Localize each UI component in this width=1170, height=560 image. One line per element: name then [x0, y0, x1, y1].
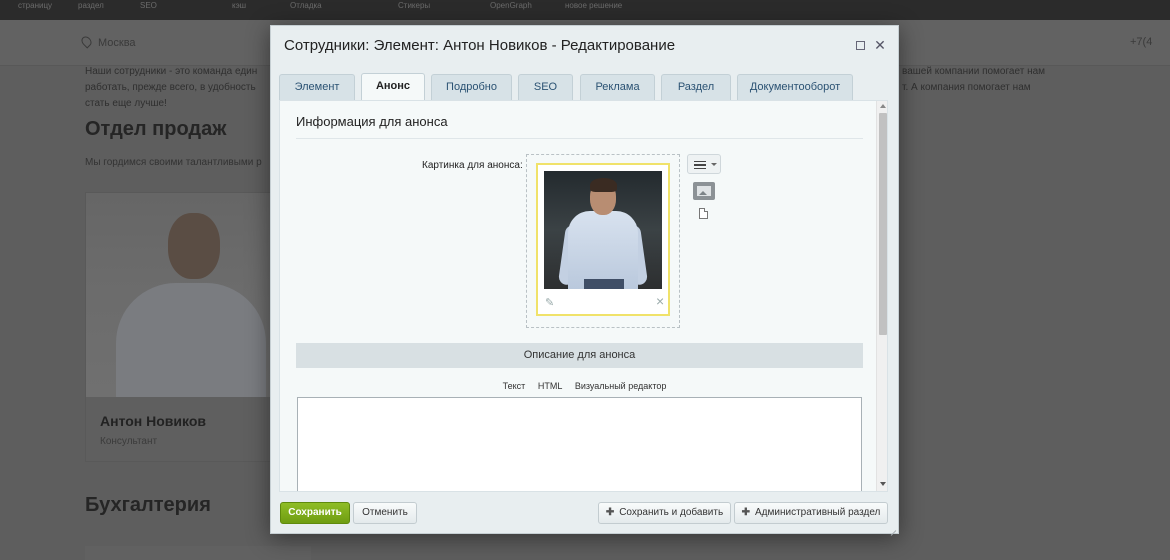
delete-icon[interactable]: ×: [656, 293, 664, 309]
maximize-icon[interactable]: [854, 39, 866, 51]
image-dropzone[interactable]: ✎ ×: [526, 154, 680, 328]
city-label: Москва: [98, 37, 136, 49]
save-button[interactable]: Сохранить: [280, 502, 350, 524]
employee-position: Консультант: [100, 436, 158, 447]
phone-number[interactable]: +7(4: [1130, 36, 1152, 48]
city-selector[interactable]: Москва: [79, 34, 136, 49]
editor-mode-switch: Текст HTML Визуальный редактор: [280, 381, 887, 391]
scroll-down-icon[interactable]: [880, 482, 886, 486]
tab-details[interactable]: Подробно: [431, 74, 512, 100]
admin-section-label: Административный раздел: [755, 507, 881, 518]
employee-card-partial: [85, 546, 311, 560]
tab-advertising[interactable]: Реклама: [580, 74, 655, 100]
admin-bar-item[interactable]: OpenGraph: [490, 1, 532, 10]
cancel-button[interactable]: Отменить: [353, 502, 417, 524]
admin-bar: страницу раздел SEO кэш Отладка Стикеры …: [0, 0, 1170, 20]
description-textarea[interactable]: [297, 397, 862, 491]
edit-element-dialog: Сотрудники: Элемент: Антон Новиков - Ред…: [270, 25, 899, 534]
mode-html[interactable]: HTML: [538, 381, 563, 391]
chevron-down-icon: [711, 163, 717, 166]
close-icon[interactable]: ✕: [874, 38, 886, 52]
employee-photo: [86, 193, 272, 397]
mode-text[interactable]: Текст: [503, 381, 526, 391]
plus-icon: ✚: [741, 507, 750, 518]
sales-text: Мы гордимся своими талантливыми р: [85, 157, 262, 168]
tab-content: Информация для анонса Картинка для анонс…: [279, 100, 888, 492]
admin-bar-item[interactable]: SEO: [140, 1, 157, 10]
admin-bar-item[interactable]: Стикеры: [398, 1, 430, 10]
location-pin-icon: [79, 34, 94, 49]
plus-icon: ✚: [605, 507, 615, 518]
scrollbar[interactable]: [876, 101, 887, 491]
mode-visual-editor[interactable]: Визуальный редактор: [575, 381, 667, 391]
admin-bar-item[interactable]: кэш: [232, 1, 246, 10]
tab-seo[interactable]: SEO: [518, 74, 573, 100]
intro-text-right: вашей компании помогает нам т. А компани…: [902, 66, 1046, 93]
image-preview[interactable]: ✎ ×: [536, 163, 670, 316]
employee-name: Антон Новиков: [100, 413, 206, 429]
admin-bar-item[interactable]: раздел: [78, 1, 104, 10]
tab-document-flow[interactable]: Документооборот: [737, 74, 853, 100]
admin-bar-item[interactable]: новое решение: [565, 1, 622, 10]
scroll-up-icon[interactable]: [880, 104, 886, 108]
sales-heading: Отдел продаж: [85, 118, 227, 140]
picture-label: Картинка для анонса:: [422, 160, 523, 171]
employee-card[interactable]: Антон Новиков Консультант: [85, 192, 273, 462]
resize-handle[interactable]: [888, 523, 897, 532]
save-and-add-button[interactable]: ✚ Сохранить и добавить: [598, 502, 731, 524]
intro-text-left: Наши сотрудники - это команда един работ…: [85, 66, 258, 109]
divider: [296, 138, 863, 139]
scroll-thumb[interactable]: [879, 113, 887, 335]
dialog-title: Сотрудники: Элемент: Антон Новиков - Ред…: [284, 37, 676, 54]
file-icon[interactable]: [699, 208, 708, 219]
accounting-heading: Бухгалтерия: [85, 494, 211, 516]
tab-element[interactable]: Элемент: [279, 74, 355, 100]
pencil-icon[interactable]: ✎: [545, 296, 554, 309]
image-menu-button[interactable]: [687, 154, 721, 174]
tab-announcement[interactable]: Анонс: [361, 73, 425, 101]
admin-bar-item[interactable]: Отладка: [290, 1, 322, 10]
tab-section[interactable]: Раздел: [661, 74, 731, 100]
save-and-add-label: Сохранить и добавить: [619, 507, 724, 518]
description-header: Описание для анонса: [296, 343, 863, 368]
admin-section-button[interactable]: ✚ Административный раздел: [734, 502, 888, 524]
menu-icon: [694, 161, 706, 169]
section-title: Информация для анонса: [296, 114, 448, 129]
employee-preview-photo: [544, 171, 662, 289]
admin-bar-item[interactable]: страницу: [18, 1, 52, 10]
image-icon[interactable]: [693, 182, 715, 200]
